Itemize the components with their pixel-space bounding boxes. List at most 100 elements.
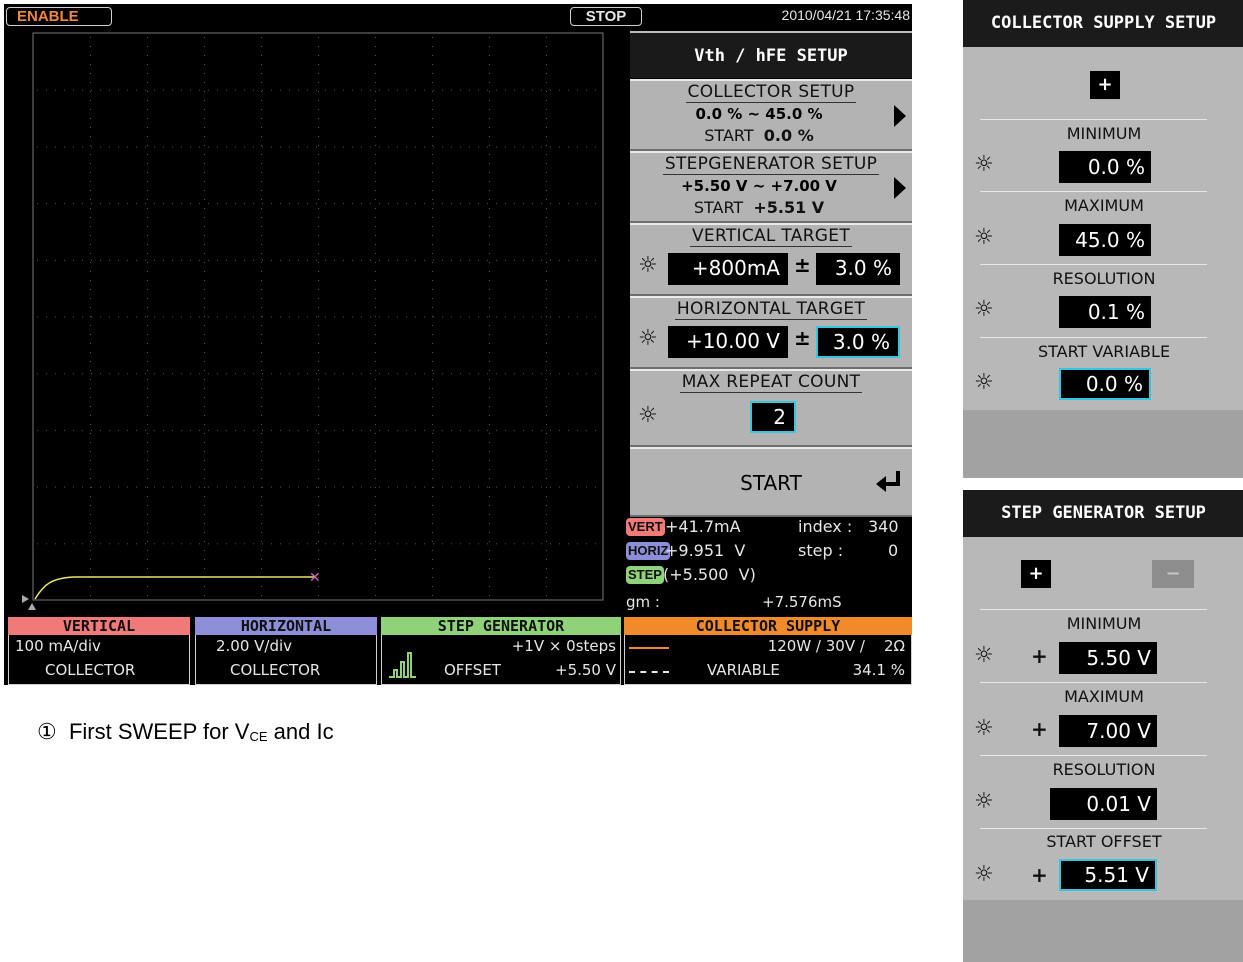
stop-status-badge[interactable]: STOP	[570, 7, 642, 26]
plus-button[interactable]: +	[1090, 71, 1120, 99]
sun-icon[interactable]: ☼	[974, 643, 994, 668]
start-button[interactable]: START	[630, 447, 912, 517]
step-generator-settings[interactable]: +1V × 0steps OFFSET +5.50 V	[381, 635, 621, 685]
grid-dot	[208, 203, 209, 205]
sun-icon[interactable]: ☼	[974, 297, 994, 322]
resolution-value[interactable]: 0.1 %	[1059, 296, 1151, 328]
sun-icon[interactable]: ☼	[974, 370, 994, 395]
collector-supply-settings[interactable]: 120W / 30V / 2Ω VARIABLE 34.1 %	[624, 635, 912, 685]
enable-status-badge[interactable]: ENABLE	[6, 7, 112, 26]
horizontal-target-tolerance[interactable]: 3.0 %	[816, 326, 900, 358]
grid-dot	[568, 146, 569, 148]
vertical-settings[interactable]: 100 mA/div COLLECTOR	[8, 635, 190, 685]
grid-dot	[147, 379, 148, 380]
sun-icon[interactable]: ☼	[974, 862, 994, 887]
start-label: START	[740, 471, 802, 495]
grid-dot	[577, 259, 578, 261]
grid-dot	[91, 486, 92, 488]
sun-icon[interactable]: ☼	[638, 326, 658, 351]
grid-dot	[432, 478, 433, 479]
grid-dots	[37, 37, 596, 596]
grid-dot	[379, 203, 380, 205]
grid-dot	[460, 146, 461, 148]
grid-dot	[90, 55, 91, 56]
grid-dot	[487, 316, 488, 318]
grid-dot	[217, 203, 218, 205]
grid-dot	[334, 89, 335, 91]
grid-dot	[375, 154, 376, 155]
grid-dot	[100, 543, 101, 545]
grid-dot	[514, 429, 515, 431]
start-variable-value[interactable]: 0.0 %	[1059, 368, 1151, 400]
grid-dot	[136, 146, 137, 148]
sun-icon[interactable]: ☼	[638, 403, 658, 428]
sun-icon[interactable]: ☼	[974, 789, 994, 814]
grid-dot	[91, 316, 92, 318]
horizontal-settings[interactable]: 2.00 V/div COLLECTOR	[195, 635, 377, 685]
grid-dot	[289, 146, 290, 148]
grid-dot	[451, 316, 452, 318]
grid-dot	[204, 397, 205, 398]
grid-dot	[370, 543, 371, 545]
maximum-value[interactable]: 45.0 %	[1059, 224, 1151, 256]
grid-dot	[82, 543, 83, 545]
grid-dot	[532, 203, 533, 205]
grid-dot	[244, 146, 245, 148]
grid-dot	[489, 190, 490, 191]
grid-dot	[496, 316, 497, 318]
grid-dot	[489, 379, 490, 380]
vertical-target-tolerance[interactable]: 3.0 %	[816, 253, 900, 285]
grid-dot	[261, 262, 262, 263]
grid-dot	[226, 146, 227, 148]
staircase-icon	[389, 652, 416, 678]
grid-dot	[546, 154, 547, 155]
grid-dot	[289, 486, 290, 488]
grid-dot	[361, 543, 362, 545]
grid-dot	[343, 543, 344, 545]
grid-dot	[90, 37, 91, 38]
sun-icon[interactable]: ☼	[974, 716, 994, 741]
resolution-value[interactable]: 0.01 V	[1050, 788, 1157, 820]
collector-mode: VARIABLE	[707, 661, 780, 679]
grid-dot	[147, 586, 148, 587]
sun-icon[interactable]: ☼	[638, 253, 658, 278]
grid-dot	[318, 334, 319, 335]
minimum-value[interactable]: 5.50 V	[1059, 642, 1157, 674]
vertical-target-value[interactable]: +800mA	[668, 253, 788, 285]
start-offset-value[interactable]: 5.51 V	[1059, 859, 1157, 891]
collector-setup-button[interactable]: COLLECTOR SETUP 0.0 % ~ 45.0 % START 0.0…	[630, 79, 912, 151]
sun-icon[interactable]: ☼	[974, 225, 994, 250]
grid-dot	[432, 208, 433, 209]
maximum-value[interactable]: 7.00 V	[1059, 715, 1157, 747]
grid-dot	[147, 226, 148, 227]
grid-dot	[235, 316, 236, 318]
sun-icon[interactable]: ☼	[974, 152, 994, 177]
grid-dot	[577, 146, 578, 148]
grid-dot	[375, 586, 376, 587]
grid-dot	[375, 190, 376, 191]
grid-dot	[505, 146, 506, 148]
grid-dot	[432, 316, 433, 317]
grid-dot	[546, 361, 547, 362]
minus-button[interactable]: −	[1152, 560, 1194, 588]
grid-dot	[469, 486, 470, 488]
grid-dot	[469, 146, 470, 148]
grid-dot	[546, 109, 547, 110]
grid-dot	[147, 271, 148, 272]
horizontal-target-value[interactable]: +10.00 V	[668, 326, 788, 358]
grid-dot	[432, 397, 433, 398]
grid-dot	[90, 325, 91, 326]
grid-dot	[546, 532, 547, 533]
grid-dot	[595, 89, 596, 91]
minimum-value[interactable]: 0.0 %	[1059, 151, 1151, 183]
grid-dot	[280, 373, 281, 375]
step-tag: STEP	[626, 566, 664, 584]
grid-dot	[433, 89, 434, 91]
grid-dot	[546, 226, 547, 227]
grid-dot	[586, 429, 587, 431]
grid-dot	[433, 373, 434, 375]
plus-button[interactable]: +	[1021, 560, 1051, 588]
stepgenerator-setup-button[interactable]: STEPGENERATOR SETUP +5.50 V ~ +7.00 V ST…	[630, 151, 912, 223]
max-repeat-value[interactable]: 2	[750, 401, 796, 433]
grid-dot	[432, 469, 433, 470]
